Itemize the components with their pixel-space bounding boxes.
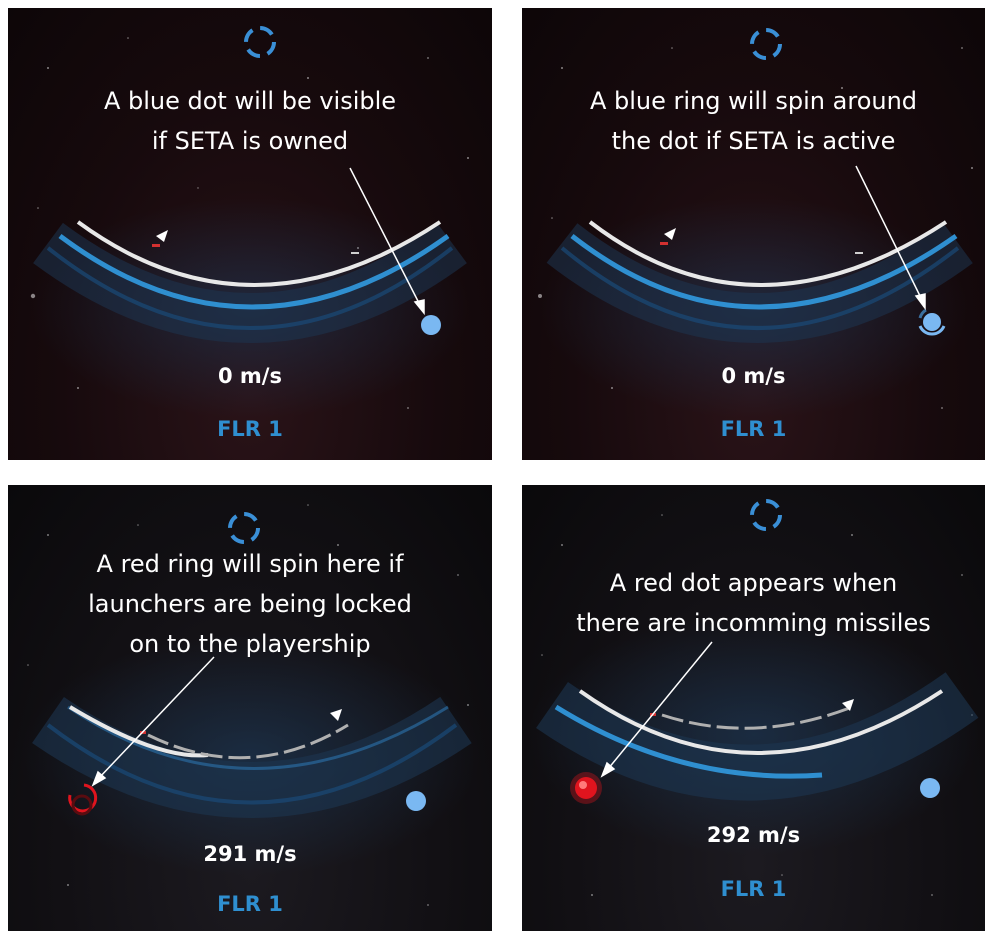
arc-tick xyxy=(855,252,863,254)
seta-blue-dot-icon xyxy=(421,315,441,335)
annotation-caption: A red dot appears when there are incommi… xyxy=(522,563,985,643)
hud-panel-seta-active: A blue ring will spin around the dot if … xyxy=(522,8,985,460)
hud-graphics xyxy=(30,26,470,418)
target-reticle-icon xyxy=(244,26,276,58)
speed-readout: 0 m/s xyxy=(721,364,786,388)
hud-panel-seta-owned: A blue dot will be visible if SETA is ow… xyxy=(8,8,492,460)
hud-graphics xyxy=(538,28,973,418)
arc-tick xyxy=(351,252,359,254)
speed-readout: 0 m/s xyxy=(218,364,282,388)
target-reticle-icon xyxy=(750,499,782,531)
hud-panel-incoming-missiles: A red dot appears when there are incommi… xyxy=(522,485,985,931)
caption-line: launchers are being locked xyxy=(88,590,412,618)
speed-readout: 291 m/s xyxy=(203,842,297,866)
annotation-caption: A blue dot will be visible if SETA is ow… xyxy=(8,81,492,161)
caption-line: A blue ring will spin around xyxy=(589,87,918,115)
caption-line: on to the playership xyxy=(129,630,371,658)
caption-line: A red ring will spin here if xyxy=(96,550,404,578)
flight-mode-label: FLR 1 xyxy=(720,417,787,441)
hud-panel-launcher-lock: A red ring will spin here if launchers a… xyxy=(8,485,492,931)
flight-mode-label: FLR 1 xyxy=(720,877,787,901)
seta-blue-dot-icon xyxy=(920,778,940,798)
target-reticle-icon xyxy=(750,28,782,60)
incoming-missile-red-dot-icon xyxy=(570,772,602,804)
caption-line: the dot if SETA is active xyxy=(611,127,896,155)
seta-blue-dot-icon xyxy=(406,791,426,811)
flight-mode-label: FLR 1 xyxy=(217,417,283,441)
annotation-caption: A blue ring will spin around the dot if … xyxy=(522,81,985,161)
caption-line: if SETA is owned xyxy=(151,127,349,155)
flight-mode-label: FLR 1 xyxy=(217,892,283,916)
caption-line: there are incomming missiles xyxy=(576,609,931,637)
caption-line: A blue dot will be visible xyxy=(103,87,397,115)
annotation-caption: A red ring will spin here if launchers a… xyxy=(8,544,492,664)
hud-graphics xyxy=(529,499,979,896)
target-reticle-icon xyxy=(228,512,260,544)
speed-readout: 292 m/s xyxy=(706,823,801,847)
caption-line: A red dot appears when xyxy=(609,569,898,597)
